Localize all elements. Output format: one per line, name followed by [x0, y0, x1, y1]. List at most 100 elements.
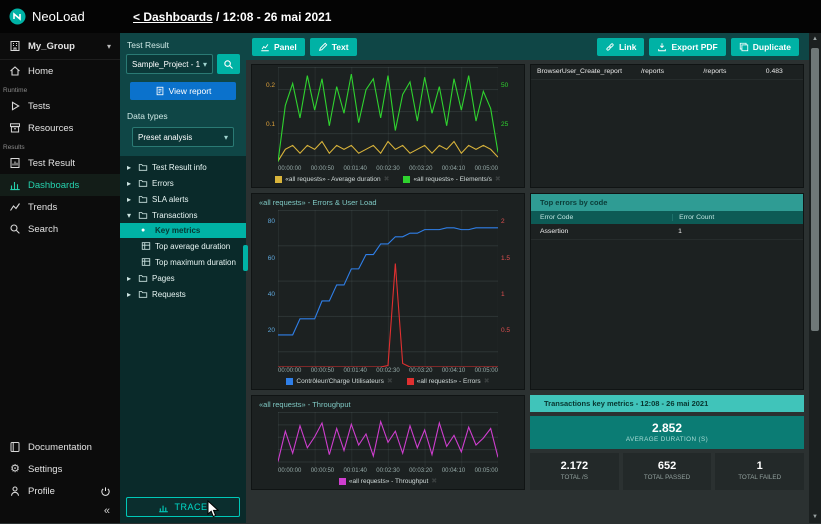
- bar-chart-icon: [9, 179, 21, 191]
- sidebar-item-profile[interactable]: Profile: [0, 480, 120, 502]
- tree-item-top-average-duration[interactable]: Top average duration: [120, 238, 246, 254]
- y-axis-label: 2: [501, 219, 521, 226]
- link-icon: [605, 42, 615, 52]
- brand-name: NeoLoad: [32, 9, 85, 24]
- chart-card-errors-userload[interactable]: «all requests» - Errors & User Load 80 6…: [251, 193, 525, 390]
- tree-arrow-icon[interactable]: ▾: [127, 211, 134, 220]
- tree-item-top-maximum-duration[interactable]: Top maximum duration: [120, 254, 246, 270]
- tree-item-test-result-info[interactable]: ▸ Test Result info: [120, 159, 246, 175]
- tree-item-label: Requests: [152, 290, 186, 299]
- requests-table-card[interactable]: BrowserUser_Create_report /reports /repo…: [530, 64, 804, 188]
- folder-icon: [138, 210, 148, 220]
- folder-icon: [138, 289, 148, 299]
- trace-button[interactable]: TRACE: [126, 497, 240, 517]
- panel-resize-handle[interactable]: [243, 245, 248, 271]
- chart-title: «all requests» - Throughput: [252, 396, 524, 410]
- legend-item: «all requests» - Average duration✖: [275, 175, 389, 183]
- tree-arrow-icon[interactable]: ▸: [127, 290, 134, 299]
- preset-select-value: Preset analysis: [138, 133, 192, 142]
- tree-arrow-icon[interactable]: ▸: [127, 274, 134, 283]
- sidebar-item-dashboards[interactable]: Dashboards: [0, 174, 120, 196]
- chart-card-throughput[interactable]: «all requests» - Throughput 00:00:0000:0…: [251, 395, 525, 490]
- export-pdf-button[interactable]: Export PDF: [649, 38, 725, 56]
- tree-arrow-icon[interactable]: ▸: [127, 163, 134, 172]
- tree-arrow-icon[interactable]: ▸: [127, 195, 134, 204]
- cell-error-code: Assertion: [540, 228, 672, 235]
- preset-analysis-select[interactable]: Preset analysis ▾: [132, 127, 234, 147]
- remove-series-icon[interactable]: ✖: [495, 175, 501, 183]
- view-report-button[interactable]: View report: [130, 82, 236, 100]
- remove-series-icon[interactable]: ✖: [431, 477, 437, 485]
- duplicate-button[interactable]: Duplicate: [731, 38, 799, 56]
- column-header-error-code[interactable]: Error Code: [540, 214, 672, 221]
- tree-item-label: Top average duration: [155, 242, 230, 251]
- search-project-button[interactable]: [217, 54, 240, 74]
- sidebar-item-search[interactable]: Search: [0, 218, 120, 240]
- sidebar-item-tests[interactable]: Tests: [0, 95, 120, 117]
- sidebar-item-documentation[interactable]: Documentation: [0, 436, 120, 458]
- play-icon: [9, 100, 21, 112]
- dashboards-back-link[interactable]: < Dashboards: [133, 10, 213, 24]
- project-select[interactable]: Sample_Project - 1 ▾: [126, 54, 213, 74]
- add-text-button[interactable]: Text: [310, 38, 357, 56]
- chart-card-avg-elements[interactable]: 0.2 0.1 50 25 00:00:0000:00:5000:01:4000…: [251, 64, 525, 188]
- tree-item-sla-alerts[interactable]: ▸ SLA alerts: [120, 191, 246, 207]
- remove-series-icon[interactable]: ✖: [384, 175, 390, 183]
- remove-series-icon[interactable]: ✖: [484, 377, 490, 385]
- tree-item-errors[interactable]: ▸ Errors: [120, 175, 246, 191]
- scrollbar-thumb[interactable]: [811, 48, 819, 331]
- chart-plot-area: [278, 412, 498, 467]
- table-icon: [141, 241, 151, 251]
- top-errors-card[interactable]: Top errors by code Error Code Error Coun…: [530, 193, 804, 390]
- data-types-tree: ▸ Test Result info ▸ Errors ▸ SLA alerts…: [120, 156, 246, 491]
- gear-icon: ⚙: [9, 463, 21, 475]
- dashboard-grid: 0.2 0.1 50 25 00:00:0000:00:5000:01:4000…: [246, 60, 821, 523]
- y-axis-label: 20: [256, 328, 275, 335]
- key-metrics-stats: 2.172 TOTAL /S 652 TOTAL PASSED 1 TOTAL …: [530, 453, 804, 490]
- test-result-panel: Test Result Sample_Project - 1 ▾ View re…: [120, 33, 246, 523]
- pencil-icon: [318, 42, 328, 52]
- sidebar-item-home[interactable]: Home: [0, 60, 120, 82]
- tree-item-pages[interactable]: ▸ Pages: [120, 270, 246, 286]
- remove-series-icon[interactable]: ✖: [387, 377, 393, 385]
- chevron-down-icon: ▾: [224, 133, 228, 142]
- tree-item-transactions[interactable]: ▾ Transactions: [120, 207, 246, 223]
- sidebar-item-label: Search: [28, 224, 58, 235]
- sidebar-item-settings[interactable]: ⚙ Settings: [0, 458, 120, 480]
- sidebar-item-resources[interactable]: Resources: [0, 117, 120, 139]
- sidebar-item-test-result[interactable]: Test Result: [0, 152, 120, 174]
- table-row[interactable]: Assertion 1: [531, 224, 803, 240]
- key-metrics-card[interactable]: Transactions key metrics - 12:08 - 26 ma…: [530, 395, 804, 490]
- table-row[interactable]: BrowserUser_Create_report /reports /repo…: [531, 65, 803, 80]
- sidebar-item-trends[interactable]: Trends: [0, 196, 120, 218]
- tree-item-key-metrics[interactable]: ● Key metrics: [120, 223, 246, 238]
- column-header-error-count[interactable]: Error Count: [672, 214, 794, 221]
- legend-item: Contrôleur/Charge Utilisateurs✖: [286, 377, 392, 385]
- stat-value: 2.172: [530, 460, 619, 472]
- scroll-down-icon[interactable]: ▼: [812, 511, 818, 523]
- sidebar-item-label: Profile: [28, 486, 55, 497]
- chart-plot-area: 80 60 40 20 2 1.5 1 0.5: [278, 210, 498, 367]
- sidebar: My_Group ▾ Home Runtime Tests: [0, 33, 120, 523]
- add-panel-button[interactable]: Panel: [252, 38, 305, 56]
- organization-icon: [9, 40, 21, 52]
- cell-parent: /reports: [641, 68, 703, 75]
- link-button[interactable]: Link: [597, 38, 644, 56]
- tree-arrow-icon[interactable]: ▸: [127, 179, 134, 188]
- scroll-up-icon[interactable]: ▲: [812, 33, 818, 45]
- average-duration-value: 2.852: [530, 421, 804, 435]
- tree-item-requests[interactable]: ▸ Requests: [120, 286, 246, 302]
- main-scrollbar[interactable]: ▲ ▼: [809, 33, 821, 523]
- power-icon[interactable]: [100, 486, 111, 497]
- sidebar-section-runtime: Runtime: [0, 82, 120, 95]
- y-axis-label: 0.2: [256, 83, 275, 90]
- sidebar-collapse-button[interactable]: «: [0, 502, 120, 523]
- avg-elements-line-chart: [278, 67, 498, 165]
- sidebar-item-label: Settings: [28, 464, 62, 475]
- download-icon: [657, 42, 667, 52]
- stat-box-total-per-s: 2.172 TOTAL /S: [530, 453, 619, 490]
- group-selector[interactable]: My_Group ▾: [0, 33, 120, 60]
- cell-value: 0.483: [766, 68, 797, 75]
- sidebar-item-label: Home: [28, 66, 53, 77]
- tree-item-label: Key metrics: [155, 226, 200, 235]
